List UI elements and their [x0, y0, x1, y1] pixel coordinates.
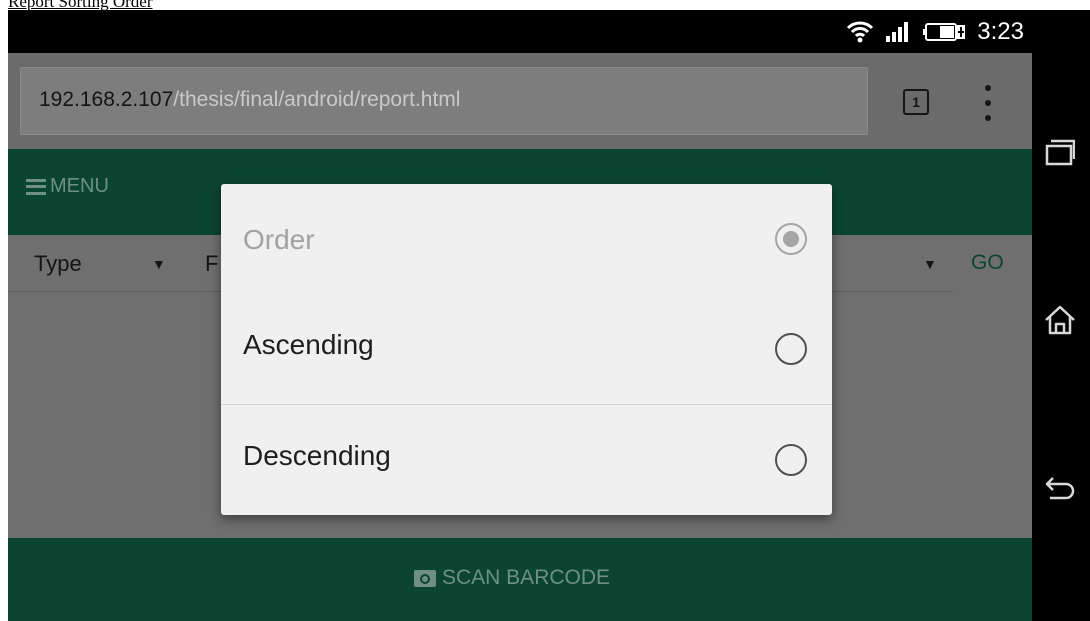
- screenshot-caption: Report Sorting Order: [8, 0, 153, 10]
- overflow-menu-icon[interactable]: [978, 85, 998, 121]
- status-icons: 3:23: [847, 10, 1024, 53]
- option-label: Descending: [243, 440, 391, 471]
- tab-switcher-button[interactable]: 1: [903, 89, 929, 115]
- recent-apps-icon[interactable]: [1040, 132, 1080, 172]
- home-icon[interactable]: [1040, 300, 1080, 340]
- camera-icon: [414, 569, 436, 587]
- menu-label: MENU: [50, 175, 109, 197]
- hamburger-icon: [26, 178, 46, 195]
- order-dialog: Order Ascending Descending: [221, 184, 832, 515]
- menu-button[interactable]: MENU: [26, 175, 109, 198]
- status-clock: 3:23: [977, 17, 1024, 45]
- dialog-title-row: Order: [221, 184, 832, 294]
- signal-icon: [886, 21, 909, 42]
- browser-toolbar: 192.168.2.107/thesis/final/android/repor…: [8, 53, 1032, 149]
- navigation-bar: [1032, 10, 1090, 621]
- url-bar[interactable]: 192.168.2.107/thesis/final/android/repor…: [20, 67, 868, 135]
- status-bar: 3:23: [8, 10, 1032, 53]
- scan-barcode-label: SCAN BARCODE: [442, 566, 611, 589]
- radio-button[interactable]: [775, 333, 807, 365]
- scan-barcode-button[interactable]: SCAN BARCODE: [414, 566, 610, 590]
- dialog-title: Order: [243, 224, 315, 255]
- scan-footer: SCAN BARCODE: [8, 538, 1032, 621]
- second-select[interactable]: F: [205, 251, 218, 277]
- option-ascending[interactable]: Ascending: [221, 294, 832, 404]
- wifi-icon: [847, 21, 874, 42]
- option-descending[interactable]: Descending: [221, 405, 832, 515]
- dropdown-arrow-icon: ▼: [152, 256, 166, 272]
- url-host: 192.168.2.107: [39, 88, 174, 111]
- radio-button[interactable]: [775, 444, 807, 476]
- url-path: /thesis/final/android/report.html: [173, 88, 461, 111]
- go-button[interactable]: GO: [971, 251, 1004, 275]
- url-text: 192.168.2.107/thesis/final/android/repor…: [39, 88, 460, 112]
- option-label: Ascending: [243, 329, 374, 360]
- dropdown-arrow-icon: ▼: [923, 256, 937, 272]
- back-icon[interactable]: [1040, 468, 1080, 508]
- battery-charging-icon: [923, 22, 966, 41]
- android-device-screen: 3:23 192.168.2.107/thesis/final/android/…: [8, 10, 1090, 621]
- title-radio-icon: [775, 223, 807, 255]
